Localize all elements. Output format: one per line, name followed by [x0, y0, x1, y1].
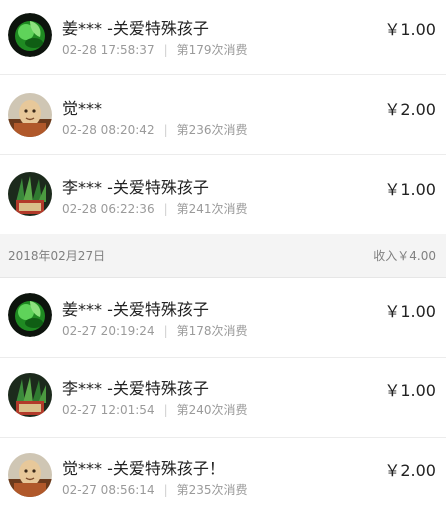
transaction-amount: ￥1.00	[384, 180, 436, 199]
payer-name: 觉***	[62, 99, 103, 118]
meta-separator: |	[163, 403, 168, 417]
transaction-amount: ￥1.00	[384, 20, 436, 39]
meta-separator: |	[163, 202, 168, 216]
transaction-amount: ￥1.00	[384, 302, 436, 321]
transaction-time: 02-28 17:58:37	[62, 43, 155, 57]
transaction-row[interactable]: 李*** -关爱特殊孩子 02-28 06:22:36 | 第241次消费 ￥1.0…	[0, 155, 446, 235]
consumption-count: 第178次消费	[176, 324, 248, 338]
transaction-amount: ￥2.00	[384, 100, 436, 119]
transaction-time: 02-27 08:56:14	[62, 483, 155, 497]
transaction-meta: 02-28 08:20:42 | 第236次消费	[62, 121, 248, 138]
transaction-row[interactable]: 觉*** -关爱特殊孩子！ 02-27 08:56:14 | 第235次消费 ￥2.…	[0, 438, 446, 518]
plant-pot-icon	[8, 373, 52, 417]
group-date: 2018年02月27日	[8, 249, 106, 263]
meta-separator: |	[163, 483, 168, 497]
payer-name: 李*** -关爱特殊孩子	[62, 178, 209, 197]
meta-separator: |	[163, 43, 168, 57]
transaction-meta: 02-27 20:19:24 | 第178次消费	[62, 322, 248, 339]
transaction-meta: 02-27 08:56:14 | 第235次消费	[62, 481, 248, 498]
transaction-row[interactable]: 姜*** -关爱特殊孩子 02-28 17:58:37 | 第179次消费 ￥1.0…	[0, 0, 446, 75]
transaction-amount: ￥2.00	[384, 461, 436, 480]
transaction-time: 02-27 12:01:54	[62, 403, 155, 417]
payer-name: 李*** -关爱特殊孩子	[62, 379, 209, 398]
monk-figure-icon	[8, 93, 52, 137]
consumption-count: 第236次消费	[176, 123, 248, 137]
transaction-meta: 02-28 06:22:36 | 第241次消费	[62, 200, 248, 217]
transaction-row[interactable]: 李*** -关爱特殊孩子 02-27 12:01:54 | 第240次消费 ￥1.0…	[0, 358, 446, 438]
meta-separator: |	[163, 324, 168, 338]
meta-separator: |	[163, 123, 168, 137]
transaction-time: 02-28 08:20:42	[62, 123, 155, 137]
monk-figure-icon	[8, 453, 52, 497]
transaction-amount: ￥1.00	[384, 381, 436, 400]
green-leaf-icon	[8, 13, 52, 57]
transaction-row[interactable]: 姜*** -关爱特殊孩子 02-27 20:19:24 | 第178次消费 ￥1.0…	[0, 278, 446, 358]
consumption-count: 第241次消费	[176, 202, 248, 216]
consumption-count: 第240次消费	[176, 403, 248, 417]
consumption-count: 第235次消费	[176, 483, 248, 497]
group-income: 收入￥4.00	[373, 249, 436, 263]
payer-name: 姜*** -关爱特殊孩子	[62, 19, 209, 38]
transaction-meta: 02-27 12:01:54 | 第240次消费	[62, 401, 248, 418]
plant-pot-icon	[8, 172, 52, 216]
transaction-time: 02-27 20:19:24	[62, 324, 155, 338]
payer-name: 姜*** -关爱特殊孩子	[62, 300, 209, 319]
date-group-header: 2018年02月27日 收入￥4.00	[0, 234, 446, 278]
transaction-row[interactable]: 觉*** 02-28 08:20:42 | 第236次消费 ￥2.00	[0, 75, 446, 155]
payer-name: 觉*** -关爱特殊孩子！	[62, 459, 225, 478]
transaction-time: 02-28 06:22:36	[62, 202, 155, 216]
transaction-meta: 02-28 17:58:37 | 第179次消费	[62, 41, 248, 58]
consumption-count: 第179次消费	[176, 43, 248, 57]
green-leaf-icon	[8, 293, 52, 337]
